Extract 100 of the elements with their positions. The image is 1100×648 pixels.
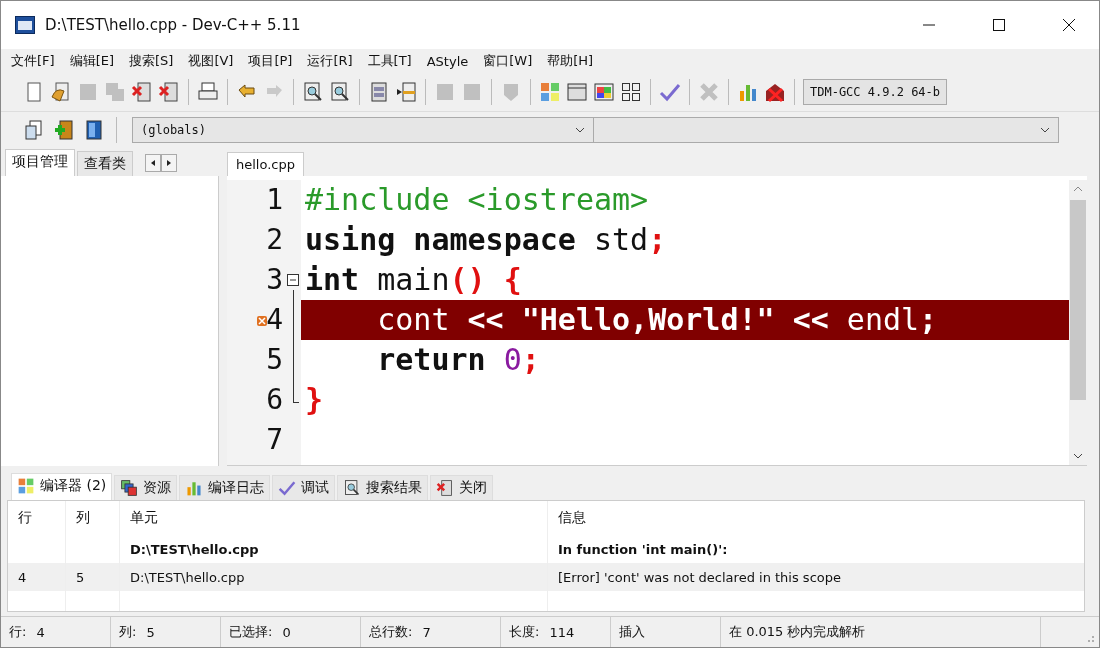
line-number: 5 xyxy=(266,342,283,378)
caret-icon xyxy=(575,127,585,133)
open-file-icon[interactable] xyxy=(50,81,72,103)
table-cell: D:\TEST\hello.cpp xyxy=(130,569,245,585)
scroll-up-icon[interactable] xyxy=(1073,186,1083,192)
status-value: 4 xyxy=(36,624,45,640)
app-icon xyxy=(15,16,35,34)
output-tab[interactable]: 编译器 (2) xyxy=(11,473,113,500)
close-icon[interactable] xyxy=(1062,18,1076,32)
status-value: 0 xyxy=(282,624,291,640)
column-header: 信息 xyxy=(557,508,587,527)
code-token: std xyxy=(593,222,649,257)
code-token: } xyxy=(305,382,324,417)
book-icon[interactable] xyxy=(83,119,105,141)
caret-icon xyxy=(1040,127,1050,133)
status-label: 已选择: xyxy=(229,623,273,641)
resize-grip-icon[interactable] xyxy=(1085,633,1095,643)
status-value: 114 xyxy=(549,624,575,640)
goto-line-icon[interactable] xyxy=(395,81,417,103)
new-project-icon[interactable] xyxy=(23,119,45,141)
stop-icon[interactable] xyxy=(764,81,786,103)
line-number: 4 xyxy=(266,302,283,338)
menu-item[interactable]: 工具[T] xyxy=(367,52,412,70)
code-token: endl xyxy=(845,302,920,337)
printer-icon[interactable] xyxy=(197,81,219,103)
menu-item[interactable]: 帮助[H] xyxy=(547,52,594,70)
line-number: 2 xyxy=(266,222,283,258)
search-icon xyxy=(343,479,362,497)
output-tab[interactable]: 资源 xyxy=(114,475,178,500)
scroll-right-icon[interactable] xyxy=(161,154,177,172)
maximize-icon[interactable] xyxy=(992,18,1006,32)
panel-tab[interactable]: 查看类 xyxy=(77,151,133,176)
code-token: ; xyxy=(521,342,540,377)
status-label: 插入 xyxy=(619,623,645,641)
close-all-icon[interactable] xyxy=(158,81,180,103)
status-label: 在 0.015 秒内完成解析 xyxy=(729,623,866,641)
line-number: 1 xyxy=(266,182,283,218)
menu-item[interactable]: 搜索[S] xyxy=(129,52,174,70)
code-token: using namespace xyxy=(305,222,576,257)
code-token: << xyxy=(792,302,829,337)
table-cell: D:\TEST\hello.cpp xyxy=(130,541,259,557)
window-title: D:\TEST\hello.cpp - Dev-C++ 5.11 xyxy=(45,16,302,34)
dropdown[interactable]: (globals) xyxy=(132,117,594,143)
code-token: () { xyxy=(449,262,522,297)
menu-item[interactable]: AStyle xyxy=(426,53,469,69)
code-token: main xyxy=(376,262,450,297)
code-token: cont xyxy=(377,302,451,337)
status-value: 5 xyxy=(146,624,155,640)
panel-tab[interactable]: 项目管理 xyxy=(5,149,75,176)
checkmark-icon[interactable] xyxy=(659,81,681,103)
close-file-icon[interactable] xyxy=(131,81,153,103)
colored-grid-icon[interactable] xyxy=(539,81,561,103)
stacked-squares-icon xyxy=(120,479,139,497)
search-icon[interactable] xyxy=(302,81,324,103)
output-tab[interactable]: 搜索结果 xyxy=(337,475,429,500)
menu-item[interactable]: 窗口[W] xyxy=(483,52,533,70)
menu-item[interactable]: 运行[R] xyxy=(307,52,353,70)
status-label: 行: xyxy=(9,623,27,641)
column-header: 单元 xyxy=(120,501,548,535)
menu-item[interactable]: 视图[V] xyxy=(188,52,234,70)
file-tab[interactable]: hello.cpp xyxy=(227,152,304,176)
code-token: 0 xyxy=(502,342,522,377)
compiler-select[interactable]: TDM-GCC 4.9.2 64-b xyxy=(803,79,948,105)
scroll-down-icon[interactable] xyxy=(1073,453,1083,459)
code-token: #include <iostream> xyxy=(305,182,649,217)
scrollbar-thumb[interactable] xyxy=(1070,200,1086,400)
status-label: 列: xyxy=(119,623,137,641)
line-number: 7 xyxy=(266,422,283,458)
list-window-icon[interactable] xyxy=(368,81,390,103)
colored-grid-icon xyxy=(17,477,35,495)
menu-item[interactable]: 文件[F] xyxy=(11,52,55,70)
column-header: 行 xyxy=(8,501,66,535)
output-tab[interactable]: 关闭 xyxy=(430,475,494,500)
add-file-icon[interactable] xyxy=(53,119,75,141)
status-label: 长度: xyxy=(509,623,540,641)
output-tab[interactable]: 调试 xyxy=(272,475,336,500)
table-cell: 4 xyxy=(18,569,27,585)
output-tab[interactable]: 编译日志 xyxy=(179,475,271,500)
code-token: "Hello,World!" xyxy=(520,302,776,337)
line-number: 3 xyxy=(266,262,283,298)
code-token: int xyxy=(305,262,360,297)
vertical-scrollbar[interactable] xyxy=(1069,180,1087,465)
status-label: 总行数: xyxy=(369,623,413,641)
four-squares-icon[interactable] xyxy=(620,81,642,103)
table-cell: [Error] 'cont' was not declared in this scope xyxy=(558,569,841,585)
window-icon[interactable] xyxy=(566,81,588,103)
menu-item[interactable]: 项目[P] xyxy=(248,52,293,70)
table-cell: 5 xyxy=(76,569,85,585)
table-cell: In function 'int main()': xyxy=(558,541,728,557)
menu-item[interactable]: 编辑[E] xyxy=(69,52,114,70)
color-squares-icon[interactable] xyxy=(593,81,615,103)
code-token: ; xyxy=(919,302,938,337)
scroll-left-icon[interactable] xyxy=(145,154,161,172)
status-value: 7 xyxy=(422,624,431,640)
search-replace-icon[interactable] xyxy=(329,81,351,103)
column-header: 列 xyxy=(66,501,120,535)
fold-toggle-icon[interactable] xyxy=(287,274,299,286)
checkmark-icon xyxy=(278,479,297,497)
code-token: ; xyxy=(648,222,667,257)
code-token: << xyxy=(467,302,504,337)
